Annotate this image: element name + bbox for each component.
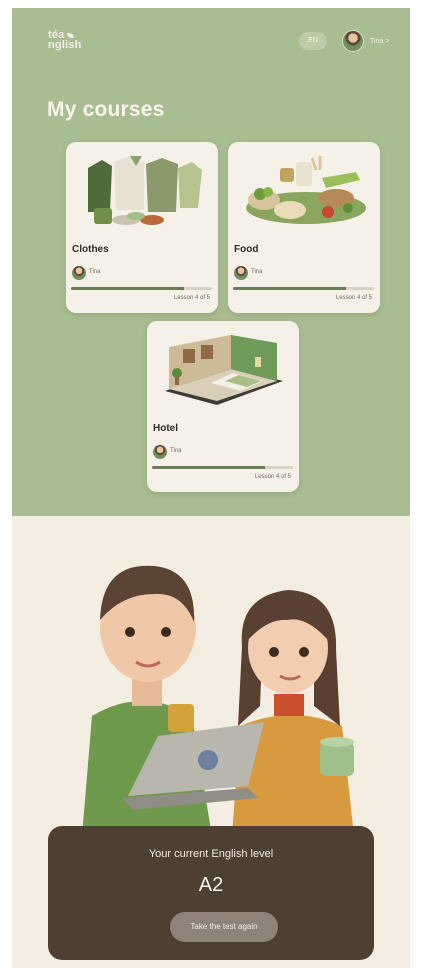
course-author: Tina (170, 448, 182, 454)
course-name: Clothes (72, 244, 109, 255)
page: téa nglish EN Tina > My courses Clothes (12, 8, 410, 968)
lesson-count: Lesson 4 of 5 (254, 474, 291, 480)
avatar (342, 30, 364, 52)
logo[interactable]: téa nglish (48, 30, 82, 51)
courses-section: téa nglish EN Tina > My courses Clothes (12, 8, 410, 516)
course-name: Food (234, 244, 259, 255)
course-card-clothes[interactable]: Clothes Tina Lesson 4 of 5 (66, 142, 218, 313)
level-section: Your current English level A2 Take the t… (12, 516, 410, 968)
course-author: Tina (89, 269, 101, 275)
course-name: Hotel (153, 423, 178, 434)
english-level-card: Your current English level A2 Take the t… (48, 826, 374, 960)
course-card-food[interactable]: Food Tina Lesson 4 of 5 (228, 142, 380, 313)
students-illustration (82, 565, 354, 836)
food-illustration (246, 156, 366, 224)
leaf-icon (66, 32, 74, 38)
progress-fill (152, 466, 265, 469)
author-avatar (153, 445, 167, 459)
course-card-hotel[interactable]: Hotel Tina Lesson 4 of 5 (147, 321, 299, 492)
clothes-illustration (88, 156, 202, 225)
progress-bar (152, 466, 293, 469)
lesson-count: Lesson 4 of 5 (335, 295, 372, 301)
user-name: Tina > (370, 37, 390, 45)
course-author: Tina (251, 269, 263, 275)
progress-bar (233, 287, 374, 290)
hotel-illustration (165, 335, 283, 405)
page-title: My courses (47, 98, 165, 121)
level-label: Your current English level (148, 848, 274, 860)
progress-bar (71, 287, 212, 290)
lesson-count: Lesson 4 of 5 (173, 295, 210, 301)
logo-line-2: nglish (48, 39, 82, 51)
level-value: A2 (198, 874, 224, 896)
progress-fill (71, 287, 184, 290)
author-avatar (234, 266, 248, 280)
progress-fill (233, 287, 346, 290)
author-avatar (72, 266, 86, 280)
retake-test-button[interactable]: Take the test again (170, 912, 278, 942)
user-menu[interactable]: Tina > (342, 28, 389, 54)
language-button[interactable]: EN (299, 32, 327, 50)
